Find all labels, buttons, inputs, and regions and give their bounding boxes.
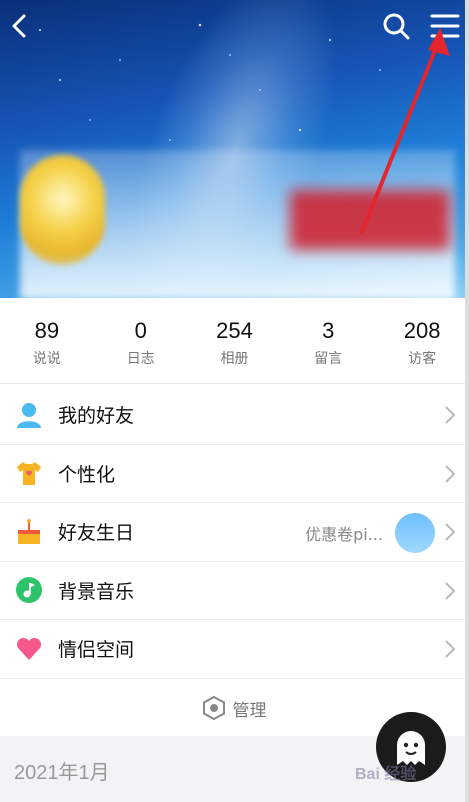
stat-value: 3 <box>322 318 335 343</box>
menu-item-couple-space[interactable]: 情侣空间 <box>0 620 469 679</box>
scrollbar[interactable] <box>465 0 469 802</box>
stat-value: 254 <box>216 318 253 343</box>
stat-label: 日志 <box>126 351 155 367</box>
music-note-icon <box>14 575 44 605</box>
qzone-profile-page: 89 说说 0 日志 254 相册 3 留言 208 访客 我的好友 个性化 好… <box>0 0 469 802</box>
hexagon-settings-icon <box>202 696 225 720</box>
search-button[interactable] <box>380 10 412 42</box>
feature-menu: 我的好友 个性化 好友生日 优惠卷pi... 背景音乐 情侣空间 <box>0 386 469 679</box>
hamburger-menu-icon <box>430 14 460 38</box>
chevron-left-icon <box>12 14 26 38</box>
stat-value: 0 <box>134 318 147 343</box>
menu-item-bg-music[interactable]: 背景音乐 <box>0 561 469 620</box>
chevron-right-icon <box>445 523 456 541</box>
promo-text: 优惠卷pi... <box>305 525 383 544</box>
stat-album[interactable]: 254 相册 <box>188 298 282 383</box>
menu-item-label: 背景音乐 <box>58 580 135 603</box>
menu-item-friends[interactable]: 我的好友 <box>0 386 469 445</box>
chevron-right-icon <box>445 581 456 600</box>
menu-item-label: 个性化 <box>58 463 116 486</box>
timeline-date: 2021年1月 <box>14 762 110 784</box>
menu-item-label: 情侣空间 <box>58 639 135 662</box>
stat-blog[interactable]: 0 日志 <box>94 298 188 383</box>
manage-label: 管理 <box>232 700 267 721</box>
menu-item-label: 我的好友 <box>58 405 135 428</box>
stat-shuoshuo[interactable]: 89 说说 <box>0 298 94 383</box>
menu-item-birthday[interactable]: 好友生日 优惠卷pi... <box>0 503 469 562</box>
stat-visitors[interactable]: 208 访客 <box>375 298 469 383</box>
chevron-right-icon <box>445 640 456 658</box>
blurred-nickname-area <box>290 190 450 250</box>
friend-icon <box>14 400 44 430</box>
stat-value: 89 <box>34 318 60 343</box>
menu-item-personalize[interactable]: 个性化 <box>0 444 469 503</box>
stat-label: 留言 <box>314 351 343 367</box>
stat-label: 相册 <box>220 351 249 367</box>
menu-button[interactable] <box>428 10 462 42</box>
promo-thumbnail <box>395 513 435 553</box>
avatar[interactable] <box>20 155 105 265</box>
birthday-cake-icon <box>14 517 44 547</box>
stat-value: 208 <box>403 318 441 343</box>
heart-icon <box>14 634 44 664</box>
stat-message-board[interactable]: 3 留言 <box>281 298 375 383</box>
tshirt-icon <box>14 458 44 488</box>
back-button[interactable] <box>6 10 34 42</box>
cover-header <box>0 0 469 298</box>
chevron-right-icon <box>445 464 456 483</box>
stats-bar: 89 说说 0 日志 254 相册 3 留言 208 访客 <box>0 298 469 384</box>
chevron-right-icon <box>445 406 456 424</box>
menu-item-label: 好友生日 <box>58 522 135 545</box>
watermark-text: Bai 经验 <box>355 766 417 783</box>
search-icon <box>383 13 410 40</box>
stat-label: 访客 <box>408 351 437 367</box>
stat-label: 说说 <box>32 351 61 367</box>
